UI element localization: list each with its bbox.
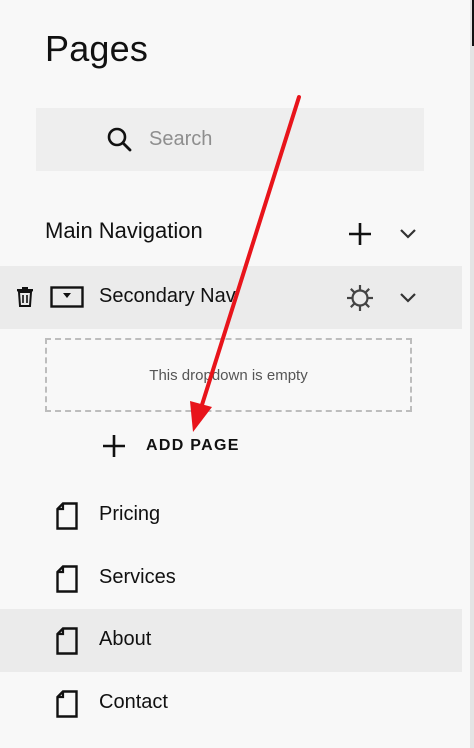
add-page-label: ADD PAGE bbox=[146, 437, 240, 454]
page-icon bbox=[56, 690, 78, 718]
page-item-label: Services bbox=[99, 566, 176, 588]
search-input[interactable] bbox=[149, 126, 409, 153]
dropdown-folder-icon bbox=[50, 286, 84, 308]
main-navigation-header[interactable]: Main Navigation bbox=[0, 205, 470, 261]
page-item-label: Pricing bbox=[99, 503, 161, 525]
search-bar[interactable] bbox=[36, 108, 424, 171]
add-page-button[interactable]: ADD PAGE bbox=[100, 430, 240, 462]
plus-icon bbox=[103, 435, 125, 457]
page-item-label: About bbox=[99, 628, 152, 650]
page-item-about[interactable]: About bbox=[0, 609, 462, 672]
main-navigation-label: Main Navigation bbox=[45, 218, 203, 243]
chevron-down-icon[interactable] bbox=[396, 226, 420, 242]
page-icon bbox=[56, 502, 78, 530]
page-item-label: Contact bbox=[99, 691, 168, 713]
page-icon bbox=[56, 565, 78, 593]
page-item-pricing[interactable]: Pricing bbox=[0, 484, 462, 547]
gear-icon[interactable] bbox=[345, 283, 375, 313]
scrollbar-track[interactable] bbox=[470, 0, 474, 748]
empty-dropdown-text: This dropdown is empty bbox=[149, 366, 308, 384]
empty-dropdown-placeholder: This dropdown is empty bbox=[45, 338, 412, 412]
page-item-services[interactable]: Services bbox=[0, 547, 462, 610]
plus-icon[interactable] bbox=[346, 220, 374, 248]
secondary-navigation-row[interactable]: Secondary Nav bbox=[0, 266, 462, 329]
trash-icon[interactable] bbox=[16, 287, 34, 307]
search-icon bbox=[107, 127, 132, 152]
page-title: Pages bbox=[45, 28, 149, 69]
page-item-contact[interactable]: Contact bbox=[0, 672, 462, 735]
chevron-down-icon[interactable] bbox=[396, 290, 420, 306]
page-icon bbox=[56, 627, 78, 655]
secondary-navigation-label: Secondary Nav bbox=[99, 285, 236, 307]
